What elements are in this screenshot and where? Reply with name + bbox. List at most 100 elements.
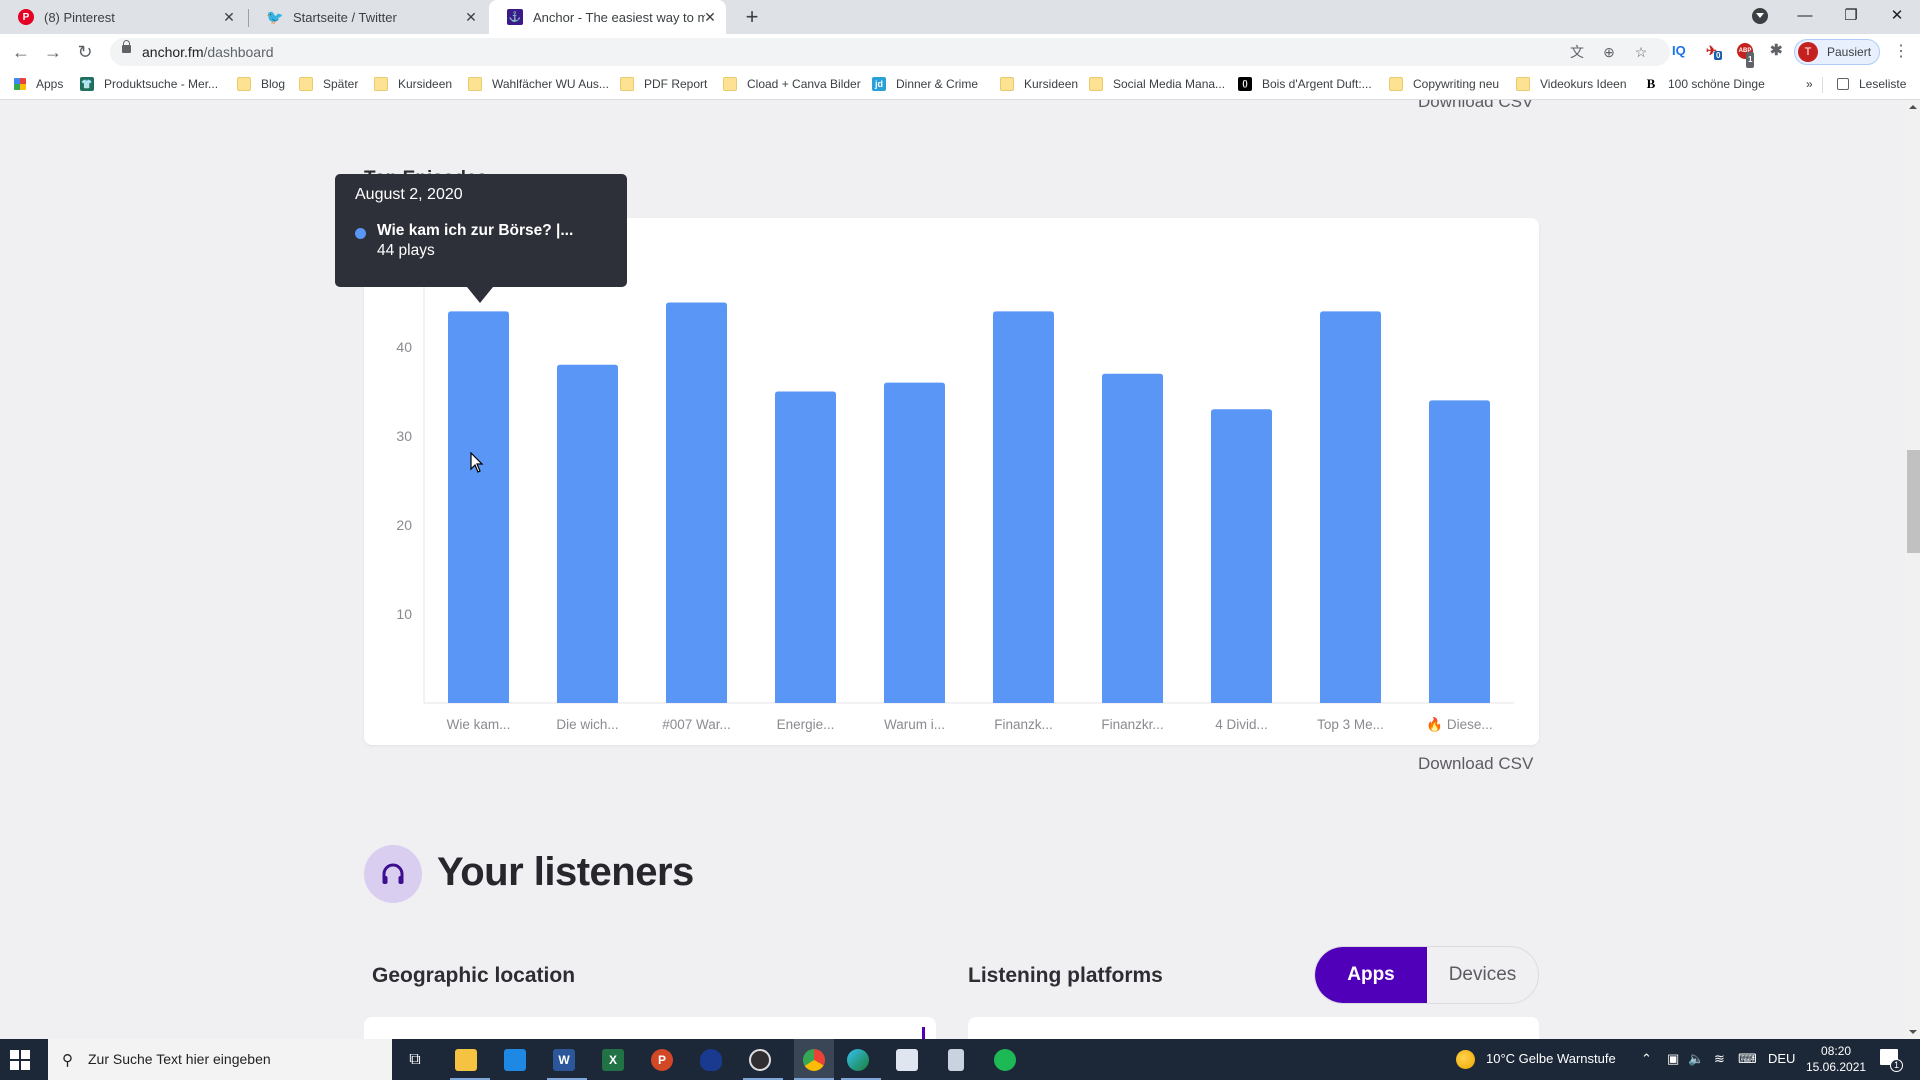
iq-extension-icon[interactable]: IQ — [1672, 43, 1686, 58]
bookmarks-bar: Apps 👕 Produktsuche - Mer... Blog Später… — [0, 70, 1920, 100]
mail-icon[interactable] — [500, 1045, 530, 1075]
more-menu-icon[interactable]: ⋮ — [1893, 41, 1909, 61]
chart-bar[interactable] — [884, 382, 945, 703]
y-tick-label: 30 — [396, 428, 412, 444]
reading-list-button[interactable]: Leseliste — [1837, 77, 1906, 91]
folder-icon — [620, 77, 634, 91]
bookmark-wahlfaecher[interactable]: Wahlfächer WU Aus... — [468, 77, 609, 91]
bookmark-kursideen-2[interactable]: Kursideen — [1000, 77, 1078, 91]
x-tick-label: Die wich... — [556, 717, 618, 732]
page-scrollbar[interactable] — [1905, 100, 1920, 1039]
task-view-icon[interactable]: ⧉ — [400, 1045, 430, 1075]
new-tab-button[interactable]: + — [738, 4, 766, 30]
powerpoint-icon[interactable]: P — [647, 1045, 677, 1075]
bookmark-blog[interactable]: Blog — [237, 77, 285, 91]
close-tab-icon[interactable]: ✕ — [702, 9, 718, 25]
tab-twitter[interactable]: 🐦 Startseite / Twitter ✕ — [249, 0, 487, 34]
word-icon[interactable]: W — [549, 1045, 579, 1075]
weather-text[interactable]: 10°C Gelbe Warnstufe — [1486, 1051, 1616, 1066]
language-indicator[interactable]: DEU — [1768, 1051, 1795, 1066]
adblock-extension-icon[interactable]: ABP 1 — [1737, 43, 1755, 68]
tab-title: (8) Pinterest — [44, 9, 115, 25]
series-dot-icon — [355, 228, 366, 239]
zoom-icon[interactable]: ⊕ — [1599, 44, 1619, 60]
anchor-dashboard: Download CSV Top Episodes 10203040Wie ka… — [0, 100, 1905, 1039]
weather-sun-icon[interactable] — [1456, 1050, 1475, 1069]
edge-icon[interactable] — [843, 1045, 873, 1075]
obs-icon[interactable] — [745, 1045, 775, 1075]
bookmark-copywriting[interactable]: Copywriting neu — [1389, 77, 1499, 91]
jd-icon: jd — [872, 77, 886, 91]
bookmark-social-media[interactable]: Social Media Mana... — [1089, 77, 1225, 91]
close-window-button[interactable]: ✕ — [1874, 0, 1920, 30]
search-placeholder: Zur Suche Text hier eingeben — [88, 1051, 271, 1067]
extensions-puzzle-icon[interactable]: ✱ — [1770, 41, 1783, 59]
scroll-down-icon[interactable] — [1909, 1030, 1917, 1034]
app-notes-icon[interactable] — [941, 1045, 971, 1075]
excel-icon[interactable]: X — [598, 1045, 628, 1075]
tab-search-icon[interactable] — [1752, 8, 1768, 24]
profile-button[interactable]: T Pausiert — [1794, 39, 1880, 65]
file-explorer-icon[interactable] — [451, 1045, 481, 1075]
chart-bar[interactable] — [1211, 409, 1272, 703]
bookmark-dinner-crime[interactable]: jd Dinner & Crime — [872, 77, 978, 91]
taskbar-search[interactable]: ⚲ Zur Suche Text hier eingeben — [48, 1039, 392, 1080]
folder-icon — [1516, 77, 1530, 91]
translate-icon[interactable]: 文 — [1567, 44, 1587, 60]
download-csv-link[interactable]: Download CSV — [1418, 100, 1533, 112]
mouse-cursor-icon — [470, 452, 484, 473]
restore-button[interactable]: ❐ — [1828, 0, 1874, 30]
chart-bar[interactable] — [448, 311, 509, 703]
toggle-apps[interactable]: Apps — [1315, 947, 1427, 1003]
keyboard-icon[interactable]: ⌨ — [1738, 1051, 1757, 1067]
chart-bar[interactable] — [557, 364, 618, 703]
volume-icon[interactable]: 🔈 — [1688, 1051, 1704, 1067]
x-tick-label: Energie... — [777, 717, 835, 732]
close-tab-icon[interactable]: ✕ — [463, 9, 479, 25]
chart-bar[interactable] — [666, 302, 727, 704]
tab-pinterest[interactable]: P (8) Pinterest ✕ — [0, 0, 245, 34]
chrome-icon[interactable] — [794, 1039, 834, 1080]
x-tick-label: 4 Divid... — [1215, 717, 1268, 732]
bookmark-videokurs[interactable]: Videokurs Ideen — [1516, 77, 1627, 91]
chart-bar[interactable] — [775, 391, 836, 704]
x-tick-label: Top 3 Me... — [1317, 717, 1384, 732]
app-doc-icon[interactable] — [892, 1045, 922, 1075]
wifi-icon[interactable]: ≋ — [1714, 1051, 1725, 1067]
x-tick-label: Finanzk... — [994, 717, 1053, 732]
toggle-devices[interactable]: Devices — [1427, 947, 1538, 1003]
bookmark-kursideen[interactable]: Kursideen — [374, 77, 452, 91]
chart-bar[interactable] — [1320, 311, 1381, 703]
bookmark-spaeter[interactable]: Später — [299, 77, 358, 91]
tab-anchor[interactable]: ⚓ Anchor - The easiest way to mak ✕ — [489, 0, 726, 34]
address-bar[interactable]: anchor.fm/dashboard 文 ⊕ ☆ — [110, 38, 1670, 66]
minimize-button[interactable]: — — [1782, 0, 1828, 30]
bookmark-100-dinge[interactable]: B 100 schöne Dinge — [1644, 77, 1765, 92]
meet-icon[interactable]: ▣ — [1667, 1051, 1679, 1067]
clock[interactable]: 08:20 15.06.2021 — [1806, 1043, 1866, 1075]
app-flame-icon[interactable] — [696, 1045, 726, 1075]
bookmark-produktsuche[interactable]: 👕 Produktsuche - Mer... — [80, 77, 218, 91]
close-tab-icon[interactable]: ✕ — [221, 9, 237, 25]
forward-button[interactable]: → — [41, 40, 65, 64]
bird-extension-icon[interactable]: ✈ 0 — [1706, 43, 1723, 60]
chart-bar[interactable] — [993, 311, 1054, 703]
back-button[interactable]: ← — [9, 40, 33, 64]
top-episodes-chart: 10 20 30 40 Wie kam... Die wich... #007 War...… — [396, 248, 1514, 732]
tray-overflow-icon[interactable]: ⌃ — [1641, 1051, 1652, 1067]
scroll-up-icon[interactable] — [1909, 105, 1917, 109]
download-csv-link[interactable]: Download CSV — [1418, 754, 1533, 774]
bookmarks-overflow-button[interactable]: » — [1806, 77, 1813, 91]
bookmark-bois-dargent[interactable]: () Bois d'Argent Duft:... — [1238, 77, 1372, 91]
windows-start-icon[interactable] — [10, 1050, 30, 1070]
chart-bar[interactable] — [1429, 400, 1490, 703]
shirt-icon: 👕 — [80, 77, 94, 91]
spotify-icon[interactable] — [990, 1045, 1020, 1075]
bookmark-cload-canva[interactable]: Cload + Canva Bilder — [723, 77, 861, 91]
bookmark-star-icon[interactable]: ☆ — [1631, 44, 1651, 60]
chart-bar[interactable] — [1102, 373, 1163, 703]
bookmark-pdf-report[interactable]: PDF Report — [620, 77, 707, 91]
reload-button[interactable]: ↻ — [73, 40, 97, 64]
bookmark-apps[interactable]: Apps — [14, 77, 63, 91]
scrollbar-thumb[interactable] — [1907, 450, 1920, 553]
